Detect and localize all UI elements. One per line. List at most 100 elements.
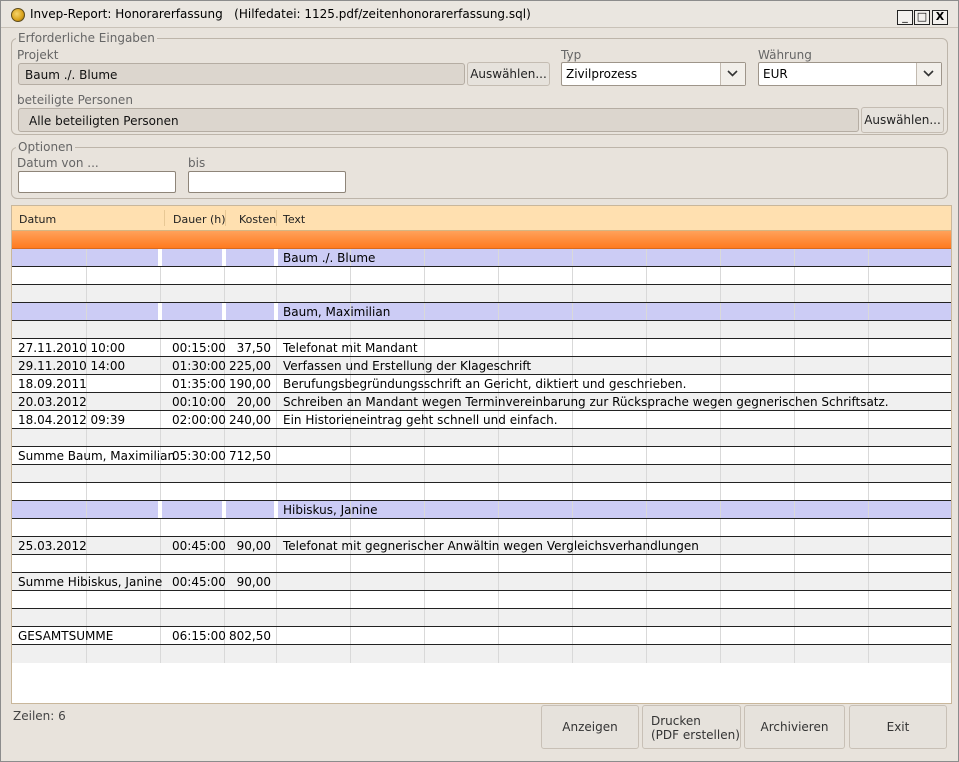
drucken-button-label: Drucken (PDF erstellen): [651, 714, 740, 742]
report-window: Invep-Report: Honorarerfassung (Hilfedat…: [0, 0, 959, 762]
table-row[interactable]: 18.04.2012 09:39 02:00:00 240,00 Ein Histor…: [12, 411, 951, 429]
table-row[interactable]: Baum ./. Blume: [12, 249, 951, 267]
window-title-name: Invep-Report: Honorarerfassung: [30, 7, 223, 21]
table-row[interactable]: [12, 591, 951, 609]
personen-select-button[interactable]: Auswählen...: [861, 107, 944, 133]
cell-kosten: 190,00: [229, 377, 271, 391]
table-row[interactable]: Summe Baum, Maximilian 05:30:00 712,50: [12, 447, 951, 465]
datum-bis-input[interactable]: [188, 171, 346, 193]
drucken-button[interactable]: Drucken (PDF erstellen): [642, 705, 741, 749]
cell-text: Schreiben an Mandant wegen Terminvereinb…: [283, 395, 889, 409]
table-row[interactable]: Summe Hibiskus, Janine 00:45:00 90,00: [12, 573, 951, 591]
cell-kosten: 802,50: [229, 629, 271, 643]
datum-von-label: Datum von ...: [17, 156, 99, 170]
cell-text: Baum, Maximilian: [283, 305, 391, 319]
cell-kosten: 225,00: [229, 359, 271, 373]
typ-dropdown-button[interactable]: [720, 63, 745, 85]
group-row-gap: [222, 303, 226, 321]
cell-dauer: 00:15:00: [172, 341, 226, 355]
table-row[interactable]: Baum, Maximilian: [12, 303, 951, 321]
chevron-down-icon: [727, 70, 738, 77]
bis-label: bis: [188, 156, 206, 170]
column-header-kosten[interactable]: Kosten: [239, 213, 276, 226]
cell-dauer: 00:45:00: [172, 539, 226, 553]
column-separator[interactable]: [276, 210, 277, 226]
typ-select[interactable]: Zivilprozess: [561, 62, 746, 86]
options-legend: Optionen: [16, 140, 76, 154]
table-row[interactable]: [12, 321, 951, 339]
table-row[interactable]: 29.11.2010 14:00 01:30:00 225,00 Verfassen …: [12, 357, 951, 375]
table-row[interactable]: GESAMTSUMME 06:15:00 802,50: [12, 627, 951, 645]
chevron-down-icon: [923, 70, 934, 77]
table-row[interactable]: Hibiskus, Janine: [12, 501, 951, 519]
rows-count: Zeilen: 6: [13, 709, 66, 723]
cell-kosten: 240,00: [229, 413, 271, 427]
exit-button-label: Exit: [886, 720, 910, 734]
cell-kosten: 90,00: [236, 575, 271, 589]
column-header-dauer[interactable]: Dauer (h): [173, 213, 226, 226]
column-header-text[interactable]: Text: [283, 213, 305, 226]
anzeigen-button[interactable]: Anzeigen: [541, 705, 639, 749]
typ-label: Typ: [561, 48, 582, 62]
cell-datum: 20.03.2012: [18, 395, 87, 409]
app-icon: [11, 8, 25, 22]
personen-label: beteiligte Personen: [17, 93, 133, 107]
table-row[interactable]: [12, 519, 951, 537]
group-row-gap: [158, 249, 162, 267]
group-row-gap: [274, 501, 278, 519]
cell-dauer: 06:15:00: [172, 629, 226, 643]
cell-datum: 29.11.2010 14:00: [18, 359, 126, 373]
table-row[interactable]: 18.09.2011 01:35:00 190,00 Berufungsbegründ…: [12, 375, 951, 393]
datum-von-input[interactable]: [18, 171, 176, 193]
cell-dauer: 00:45:00: [172, 575, 226, 589]
table-row[interactable]: [12, 429, 951, 447]
cell-kosten: 37,50: [236, 341, 271, 355]
table-row[interactable]: [12, 465, 951, 483]
waehrung-dropdown-button[interactable]: [916, 63, 941, 85]
group-row-gap: [158, 303, 162, 321]
table-header: Datum Dauer (h) Kosten Text: [12, 206, 951, 231]
table-row[interactable]: 25.03.2012 00:45:00 90,00 Telefonat mit geg…: [12, 537, 951, 555]
cell-kosten: 712,50: [229, 449, 271, 463]
waehrung-select[interactable]: EUR: [758, 62, 942, 86]
report-table[interactable]: Datum Dauer (h) Kosten Text Baum ./. Blu…: [11, 205, 952, 704]
archivieren-button[interactable]: Archivieren: [744, 705, 845, 749]
waehrung-label: Währung: [758, 48, 812, 62]
table-row[interactable]: [12, 285, 951, 303]
cell-datum: 18.09.2011: [18, 377, 87, 391]
table-top-bar: [12, 231, 951, 249]
title-bar[interactable]: Invep-Report: Honorarerfassung (Hilfedat…: [1, 1, 958, 28]
cell-datum: 18.04.2012 09:39: [18, 413, 126, 427]
exit-button[interactable]: Exit: [849, 705, 947, 749]
cell-datum: 25.03.2012: [18, 539, 87, 553]
table-row[interactable]: [12, 609, 951, 627]
anzeigen-button-label: Anzeigen: [562, 720, 618, 734]
group-row-gap: [222, 249, 226, 267]
table-row[interactable]: [12, 645, 951, 663]
cell-text: Baum ./. Blume: [283, 251, 376, 265]
cell-dauer: 05:30:00: [172, 449, 226, 463]
maximize-button[interactable]: □: [914, 10, 930, 25]
table-row[interactable]: 20.03.2012 00:10:00 20,00 Schreiben an Mand…: [12, 393, 951, 411]
table-row[interactable]: [12, 267, 951, 285]
typ-select-value: Zivilprozess: [566, 67, 638, 81]
cell-text: Ein Historieneintrag geht schnell und ei…: [283, 413, 558, 427]
column-header-datum[interactable]: Datum: [19, 213, 56, 226]
close-button[interactable]: X: [932, 10, 948, 25]
cell-kosten: 90,00: [236, 539, 271, 553]
cell-text: Telefonat mit gegnerischer Anwältin wege…: [283, 539, 699, 553]
table-row[interactable]: [12, 483, 951, 501]
table-row[interactable]: 27.11.2010 10:00 00:15:00 37,50 Telefonat m…: [12, 339, 951, 357]
column-separator[interactable]: [225, 210, 226, 226]
cell-text: Verfassen und Erstellung der Klageschrif…: [283, 359, 532, 373]
projekt-field[interactable]: Baum ./. Blume: [18, 63, 465, 85]
cell-kosten: 20,00: [236, 395, 271, 409]
personen-field[interactable]: Alle beteiligten Personen: [18, 108, 859, 132]
column-separator[interactable]: [164, 210, 165, 226]
waehrung-select-value: EUR: [763, 67, 788, 81]
window-help-file: (Hilfedatei: 1125.pdf/zeitenhonorarerfas…: [234, 7, 531, 21]
table-row[interactable]: [12, 555, 951, 573]
projekt-select-button[interactable]: Auswählen...: [467, 62, 550, 86]
cell-datum: Summe Baum, Maximilian: [18, 449, 176, 463]
minimize-button[interactable]: _: [897, 10, 913, 25]
